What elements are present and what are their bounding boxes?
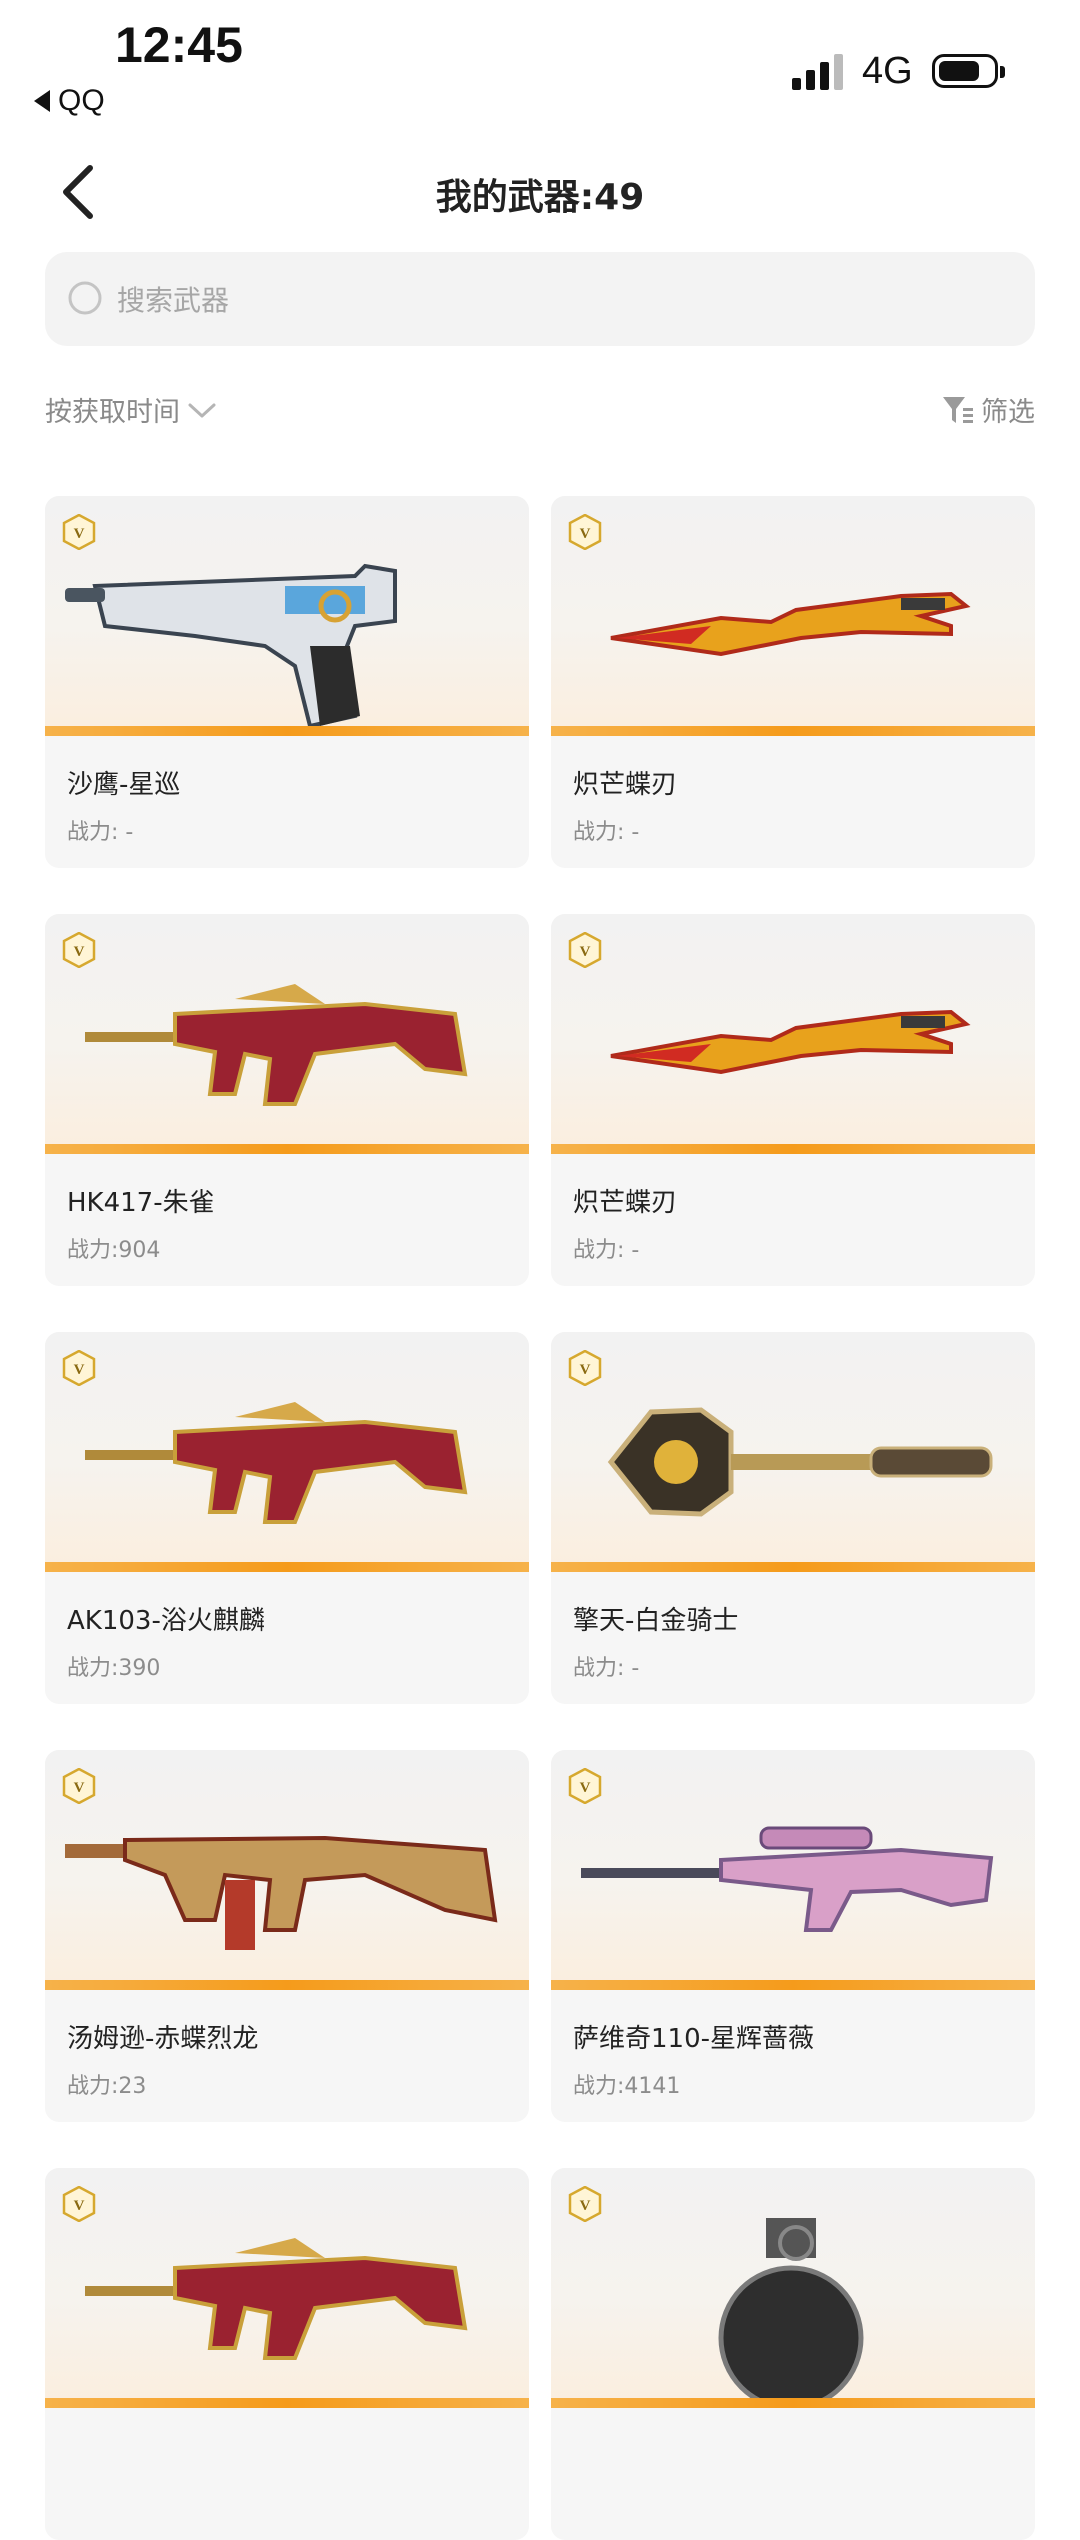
status-bar: 12:45 QQ 4G xyxy=(0,0,1080,130)
filter-label: 筛选 xyxy=(981,397,1035,428)
weapon-name: 汤姆逊-赤蝶烈龙 xyxy=(67,2024,259,2054)
smg-icon xyxy=(65,1780,509,1980)
back-app-label: QQ xyxy=(58,84,105,117)
weapon-artwork: V xyxy=(45,1332,529,1572)
battery-icon xyxy=(932,54,1005,88)
weapon-name: HK417-朱雀 xyxy=(67,1188,215,1218)
weapon-name: 炽芒蝶刃 xyxy=(573,770,678,800)
weapon-card[interactable]: V 擎天-白金骑士战力: - xyxy=(551,1332,1035,1704)
rifle-icon xyxy=(65,944,509,1144)
rarity-stripe xyxy=(45,726,529,736)
rarity-stripe xyxy=(45,1980,529,1990)
weapon-artwork: V xyxy=(45,914,529,1154)
pistol-icon xyxy=(65,526,509,729)
weapon-card[interactable]: V 炽芒蝶刃战力: - xyxy=(551,496,1035,868)
cellular-signal-icon xyxy=(792,54,843,90)
search-input[interactable] xyxy=(115,252,999,348)
weapon-name: 炽芒蝶刃 xyxy=(573,1188,678,1218)
weapon-card[interactable]: V xyxy=(45,2168,529,2540)
weapon-card[interactable]: V 萨维奇110-星辉蔷薇战力:4141 xyxy=(551,1750,1035,2122)
rifle-icon xyxy=(65,1362,509,1562)
shovel-icon xyxy=(571,1362,1015,1562)
weapon-name: AK103-浴火麒麟 xyxy=(67,1606,265,1636)
weapon-artwork: V xyxy=(551,914,1035,1154)
page-title: 我的武器:49 xyxy=(435,177,645,218)
rarity-stripe xyxy=(45,1144,529,1154)
weapon-power: 战力:390 xyxy=(67,1656,161,1681)
weapon-artwork: V xyxy=(45,2168,529,2408)
weapon-power: 战力: - xyxy=(573,1238,640,1263)
rarity-stripe xyxy=(551,726,1035,736)
weapon-power: 战力: - xyxy=(67,820,134,845)
rarity-stripe xyxy=(551,1980,1035,1990)
rarity-stripe xyxy=(45,2398,529,2408)
filter-funnel-icon xyxy=(943,396,973,423)
chevron-down-icon xyxy=(188,403,216,417)
sort-dropdown[interactable]: 按获取时间 xyxy=(45,390,218,429)
weapon-name: 擎天-白金骑士 xyxy=(573,1606,739,1636)
filter-button[interactable]: 筛选 xyxy=(941,390,1035,429)
weapon-artwork: V xyxy=(45,1750,529,1990)
status-time: 12:45 xyxy=(115,17,243,73)
sniper-icon xyxy=(571,1780,1015,1980)
weapon-power: 战力: - xyxy=(573,820,640,845)
weapon-card[interactable]: V HK417-朱雀战力:904 xyxy=(45,914,529,1286)
search-bar[interactable] xyxy=(45,252,1035,348)
search-icon xyxy=(68,281,102,315)
rarity-stripe xyxy=(551,2398,1035,2408)
weapon-artwork: V xyxy=(45,496,529,736)
blade-icon xyxy=(571,944,1015,1144)
rarity-stripe xyxy=(551,1144,1035,1154)
weapon-artwork: V xyxy=(551,1750,1035,1990)
network-type: 4G xyxy=(862,50,913,92)
weapon-artwork: V xyxy=(551,496,1035,736)
rarity-stripe xyxy=(45,1562,529,1572)
weapon-artwork: V xyxy=(551,2168,1035,2411)
weapon-power: 战力:23 xyxy=(67,2074,147,2099)
back-triangle-icon xyxy=(34,90,50,112)
weapon-card[interactable]: V xyxy=(551,2168,1035,2540)
weapon-name: 沙鹰-星巡 xyxy=(67,770,181,800)
weapon-card[interactable]: V 沙鹰-星巡战力: - xyxy=(45,496,529,868)
blade-icon xyxy=(571,526,1015,726)
back-to-app-link[interactable]: QQ xyxy=(34,84,105,118)
weapon-grid: V 沙鹰-星巡 战力: - V 炽芒蝶刃 战力: - V HK417-朱雀 战力:904 V 炽芒蝶… xyxy=(45,496,1035,2540)
grenade-icon xyxy=(571,2198,1015,2411)
weapon-name: 萨维奇110-星辉蔷薇 xyxy=(573,2024,815,2054)
weapon-card[interactable]: V 炽芒蝶刃战力: - xyxy=(551,914,1035,1286)
weapon-card[interactable]: V AK103-浴火麒麟战力:390 xyxy=(45,1332,529,1704)
weapon-power: 战力:4141 xyxy=(573,2074,681,2099)
weapon-power: 战力: - xyxy=(573,1656,640,1681)
rarity-stripe xyxy=(551,1562,1035,1572)
weapon-power: 战力:904 xyxy=(67,1238,161,1263)
weapon-artwork: V xyxy=(551,1332,1035,1572)
weapon-card[interactable]: V 汤姆逊-赤蝶烈龙战力:23 xyxy=(45,1750,529,2122)
sort-label: 按获取时间 xyxy=(45,397,180,428)
rifle-icon xyxy=(65,2198,509,2398)
